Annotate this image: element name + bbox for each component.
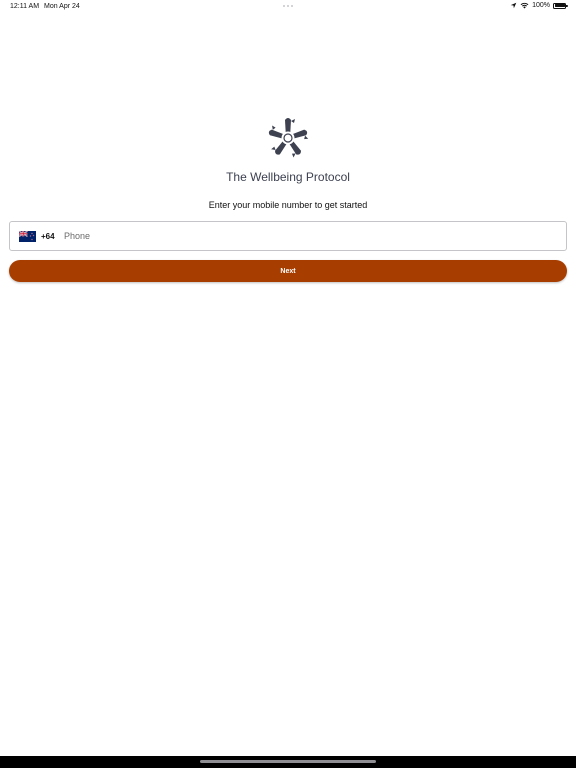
status-time: 12:11 AM: [10, 3, 40, 10]
multitasking-dots-icon[interactable]: [283, 5, 293, 7]
battery-percent: 100%: [532, 2, 550, 9]
country-dial-code[interactable]: +64: [41, 232, 59, 241]
wifi-icon: [520, 2, 529, 9]
instruction-text: Enter your mobile number to get started: [208, 200, 368, 210]
battery-icon: [553, 2, 568, 9]
home-indicator[interactable]: [200, 760, 376, 763]
status-bar: 12:11 AM Mon Apr 24 100%: [0, 0, 576, 14]
hands-circle-logo-icon: [268, 118, 309, 158]
phone-field[interactable]: +64: [9, 221, 567, 251]
status-date: Mon Apr 24: [44, 3, 80, 10]
status-indicators: 100%: [510, 2, 568, 9]
new-zealand-flag-icon[interactable]: [19, 230, 36, 242]
app-title: The Wellbeing Protocol: [226, 170, 350, 184]
location-arrow-icon: [510, 2, 517, 9]
phone-input[interactable]: [64, 231, 544, 241]
home-bar-area: [0, 756, 576, 768]
next-button[interactable]: Next: [9, 260, 567, 282]
